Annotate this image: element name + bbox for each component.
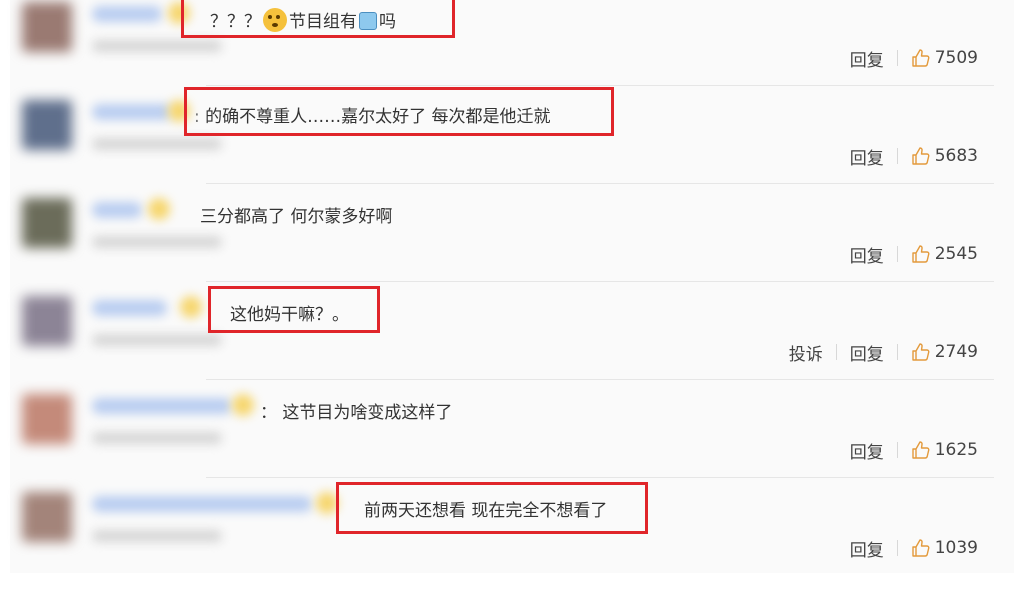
reply-button[interactable]: 回复: [850, 242, 884, 267]
comment-time: [92, 334, 222, 346]
divider: [896, 246, 898, 262]
comment-item: ？？？ 节目组有吗 回复 7509: [10, 0, 1014, 86]
comment-text: ： 这节目为啥变成这样了: [260, 403, 453, 423]
vip-badge-icon: [180, 296, 202, 318]
divider: [896, 50, 898, 66]
username[interactable]: [92, 398, 232, 414]
like-count: 7509: [934, 48, 978, 68]
comment-text: 三分都高了 何尔蒙多好啊: [200, 207, 393, 227]
like-count: 2545: [934, 244, 978, 264]
vip-badge-icon: [148, 198, 170, 220]
highlight-box: [181, 0, 455, 38]
avatar[interactable]: [22, 394, 72, 444]
comment-time: [92, 40, 222, 52]
comment-actions: 投诉 回复 2749: [789, 340, 978, 365]
thumbs-up-icon[interactable]: [911, 146, 931, 166]
highlight-box: [208, 286, 380, 333]
thumbs-up-icon[interactable]: [911, 244, 931, 264]
reply-button[interactable]: 回复: [850, 438, 884, 463]
comment-actions: 回复 7509: [850, 46, 978, 71]
username[interactable]: [92, 496, 312, 512]
username[interactable]: [92, 300, 167, 316]
avatar[interactable]: [22, 198, 72, 248]
comment-time: [92, 138, 222, 150]
divider: [896, 148, 898, 164]
username[interactable]: [92, 202, 142, 218]
comment-actions: 回复 5683: [850, 144, 978, 169]
reply-button[interactable]: 回复: [850, 46, 884, 71]
avatar[interactable]: [22, 2, 72, 52]
comment-time: [92, 432, 222, 444]
like-count: 2749: [934, 342, 978, 362]
divider: [835, 344, 837, 360]
comment-item: 这他妈干嘛？。 投诉 回复 2749: [10, 282, 1014, 380]
thumbs-up-icon[interactable]: [911, 440, 931, 460]
like-count: 5683: [934, 146, 978, 166]
comment-actions: 回复 1625: [850, 438, 978, 463]
comment-time: [92, 236, 222, 248]
comment-item: 三分都高了 何尔蒙多好啊 回复 2545: [10, 184, 1014, 282]
vip-badge-icon: [316, 492, 338, 514]
thumbs-up-icon[interactable]: [911, 342, 931, 362]
comment-actions: 回复 2545: [850, 242, 978, 267]
vip-badge-icon: [232, 394, 254, 416]
avatar[interactable]: [22, 100, 72, 150]
comment-item: ： 这节目为啥变成这样了 回复 1625: [10, 380, 1014, 478]
highlight-box: [184, 87, 614, 136]
avatar[interactable]: [22, 296, 72, 346]
comment-actions: 回复 1039: [850, 536, 978, 561]
divider: [896, 344, 898, 360]
like-count: 1625: [934, 440, 978, 460]
reply-button[interactable]: 回复: [850, 144, 884, 169]
thumbs-up-icon[interactable]: [911, 48, 931, 68]
reply-button[interactable]: 回复: [850, 340, 884, 365]
report-button[interactable]: 投诉: [789, 340, 823, 365]
reply-button[interactable]: 回复: [850, 536, 884, 561]
comment-time: [92, 530, 222, 542]
highlight-box: [336, 482, 648, 534]
divider: [896, 540, 898, 556]
divider: [896, 442, 898, 458]
username[interactable]: [92, 6, 162, 22]
username[interactable]: [92, 104, 172, 120]
thumbs-up-icon[interactable]: [911, 538, 931, 558]
like-count: 1039: [934, 538, 978, 558]
avatar[interactable]: [22, 492, 72, 542]
